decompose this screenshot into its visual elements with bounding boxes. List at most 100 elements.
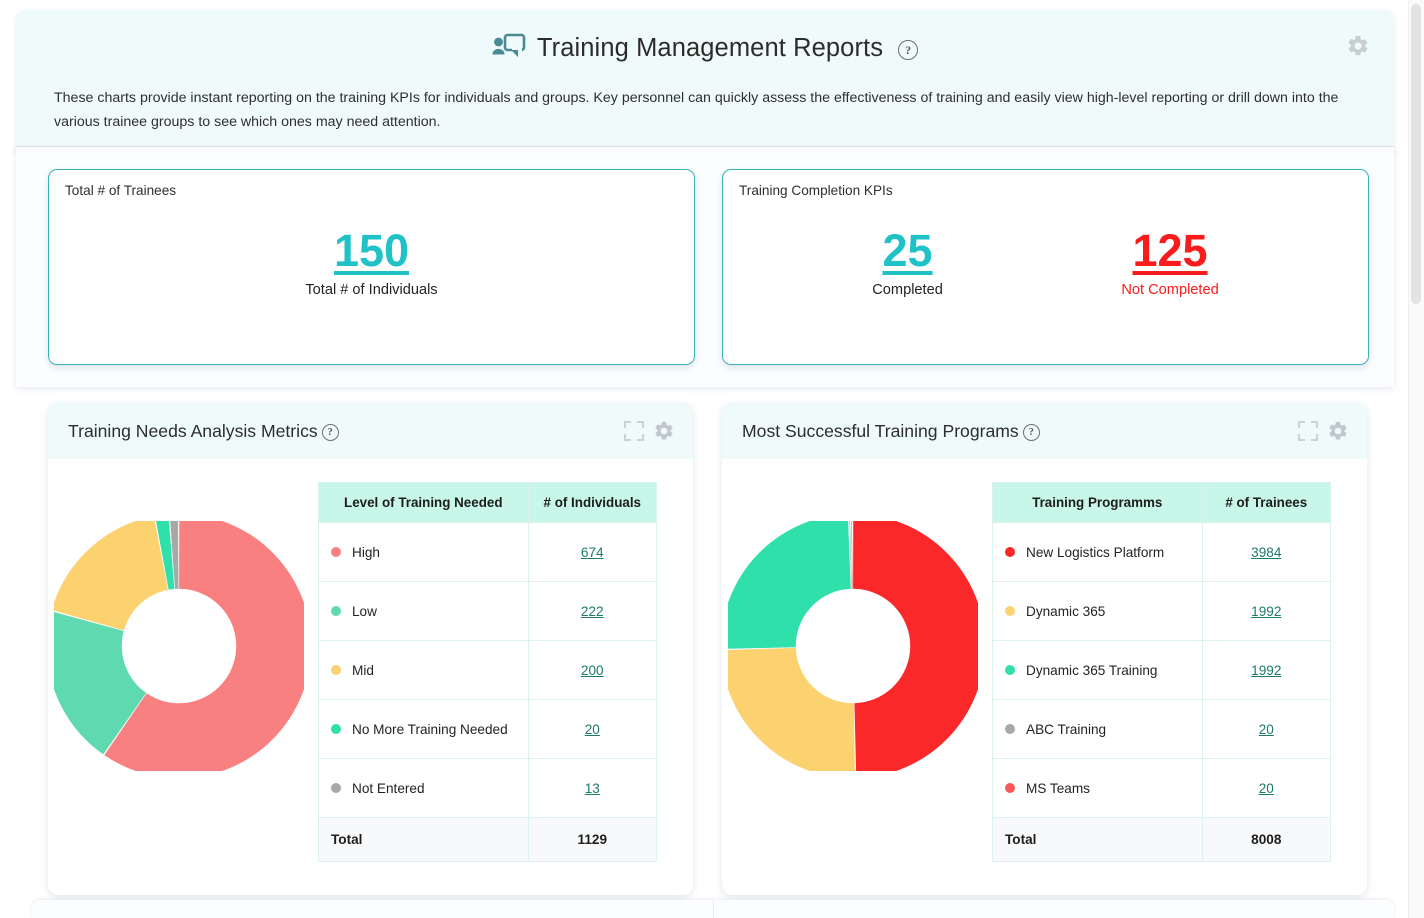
row-value-cell: 20: [528, 700, 656, 759]
row-label-cell: Not Entered: [319, 759, 529, 818]
row-value-cell: 674: [528, 523, 656, 582]
table-header-row: Level of Training Needed # of Individual…: [319, 483, 657, 523]
panel-header: Most Successful Training Programs ?: [722, 403, 1367, 459]
row-label-cell: No More Training Needed: [319, 700, 529, 759]
kpi-number[interactable]: 25: [883, 226, 933, 276]
row-value-link[interactable]: 200: [581, 663, 604, 678]
row-value-cell: 1992: [1202, 582, 1330, 641]
panel-body: Training Programms # of Trainees New Log…: [722, 459, 1367, 895]
kpi-number[interactable]: 125: [1133, 226, 1208, 276]
donut-chart-training-needs: [54, 521, 304, 771]
row-value-cell: 1992: [1202, 641, 1330, 700]
table-row: Not Entered 13: [319, 759, 657, 818]
table-area: Level of Training Needed # of Individual…: [310, 459, 693, 895]
scrollbar-thumb[interactable]: [1411, 4, 1421, 304]
row-value-link[interactable]: 3984: [1251, 545, 1281, 560]
total-value: 1129: [528, 818, 656, 862]
panel-body: Level of Training Needed # of Individual…: [48, 459, 693, 895]
column-header-count: # of Individuals: [528, 483, 656, 523]
panel-training-needs-analysis: Training Needs Analysis Metrics ?: [48, 403, 693, 895]
legend-dot-icon: [331, 547, 341, 557]
total-label: Total: [993, 818, 1203, 862]
column-header-program: Training Programms: [993, 483, 1203, 523]
row-label-cell: MS Teams: [993, 759, 1203, 818]
legend-dot-icon: [331, 606, 341, 616]
legend-dot-icon: [1005, 783, 1015, 793]
row-label-cell: Dynamic 365: [993, 582, 1203, 641]
row-label-cell: Low: [319, 582, 529, 641]
expand-icon[interactable]: [623, 420, 645, 442]
kpi-item-total-individuals: 150 Total # of Individuals: [305, 226, 437, 298]
kpi-label: Total # of Individuals: [305, 282, 437, 298]
kpi-label: Not Completed: [1121, 282, 1218, 298]
row-value-link[interactable]: 20: [1259, 722, 1274, 737]
table-row: No More Training Needed 20: [319, 700, 657, 759]
gear-icon[interactable]: [653, 420, 675, 442]
header-description: These charts provide instant reporting o…: [16, 86, 1394, 154]
kpi-card-title: Total # of Trainees: [65, 183, 176, 198]
panel-title: Training Needs Analysis Metrics: [68, 421, 318, 442]
header-card: Training Management Reports ? These char…: [16, 10, 1394, 154]
row-label: Mid: [352, 663, 374, 678]
successful-programs-table: Training Programms # of Trainees New Log…: [992, 482, 1331, 862]
row-label: New Logistics Platform: [1026, 545, 1164, 560]
row-label-cell: Mid: [319, 641, 529, 700]
total-label: Total: [319, 818, 529, 862]
gear-icon[interactable]: [1346, 34, 1370, 58]
donut-chart-successful-programs: [728, 521, 978, 771]
legend-dot-icon: [1005, 724, 1015, 734]
panel-most-successful-programs: Most Successful Training Programs ?: [722, 403, 1367, 895]
row-label: Not Entered: [352, 781, 425, 796]
kpi-item-completed: 25 Completed: [872, 226, 943, 298]
panel-divider: [713, 900, 714, 918]
row-label: No More Training Needed: [352, 722, 508, 737]
expand-icon[interactable]: [1297, 420, 1319, 442]
table-area: Training Programms # of Trainees New Log…: [984, 459, 1367, 895]
row-value-cell: 20: [1202, 759, 1330, 818]
table-row: ABC Training 20: [993, 700, 1331, 759]
kpi-band: Total # of Trainees 150 Total # of Indiv…: [16, 147, 1394, 387]
next-panel-row: [32, 900, 1394, 918]
row-value-link[interactable]: 20: [1259, 781, 1274, 796]
row-label: ABC Training: [1026, 722, 1106, 737]
row-value-cell: 200: [528, 641, 656, 700]
total-value: 8008: [1202, 818, 1330, 862]
title-wrap: Training Management Reports ?: [492, 33, 918, 63]
table-header-row: Training Programms # of Trainees: [993, 483, 1331, 523]
page-scrollbar[interactable]: [1408, 0, 1424, 918]
row-value-link[interactable]: 13: [585, 781, 600, 796]
panel-help-icon[interactable]: ?: [1023, 424, 1040, 441]
panel-actions: [623, 420, 675, 442]
panel-title: Most Successful Training Programs: [742, 421, 1019, 442]
panel-header: Training Needs Analysis Metrics ?: [48, 403, 693, 459]
page-help-icon[interactable]: ?: [898, 40, 918, 60]
legend-dot-icon: [331, 724, 341, 734]
legend-dot-icon: [1005, 606, 1015, 616]
kpi-number[interactable]: 150: [334, 226, 409, 276]
dashboard-page: Training Management Reports ? These char…: [0, 0, 1424, 918]
row-label: Dynamic 365 Training: [1026, 663, 1157, 678]
row-label: MS Teams: [1026, 781, 1090, 796]
gear-icon[interactable]: [1327, 420, 1349, 442]
chart-area: [722, 459, 984, 895]
row-value-link[interactable]: 674: [581, 545, 604, 560]
kpi-label: Completed: [872, 282, 943, 298]
table-row: MS Teams 20: [993, 759, 1331, 818]
row-value-link[interactable]: 1992: [1251, 604, 1281, 619]
column-header-trainees: # of Trainees: [1202, 483, 1330, 523]
chart-area: [48, 459, 310, 895]
row-value-link[interactable]: 222: [581, 604, 604, 619]
training-needs-table: Level of Training Needed # of Individual…: [318, 482, 657, 862]
kpi-card-training-completion: Training Completion KPIs 25 Completed 12…: [722, 169, 1369, 365]
header-title-bar: Training Management Reports ?: [16, 10, 1394, 86]
row-label: Dynamic 365: [1026, 604, 1105, 619]
table-total-row: Total8008: [993, 818, 1331, 862]
legend-dot-icon: [331, 665, 341, 675]
kpi-values: 150 Total # of Individuals: [49, 226, 694, 298]
row-value-link[interactable]: 20: [585, 722, 600, 737]
row-label: High: [352, 545, 380, 560]
panel-help-icon[interactable]: ?: [322, 424, 339, 441]
row-value-link[interactable]: 1992: [1251, 663, 1281, 678]
legend-dot-icon: [1005, 547, 1015, 557]
legend-dot-icon: [331, 783, 341, 793]
